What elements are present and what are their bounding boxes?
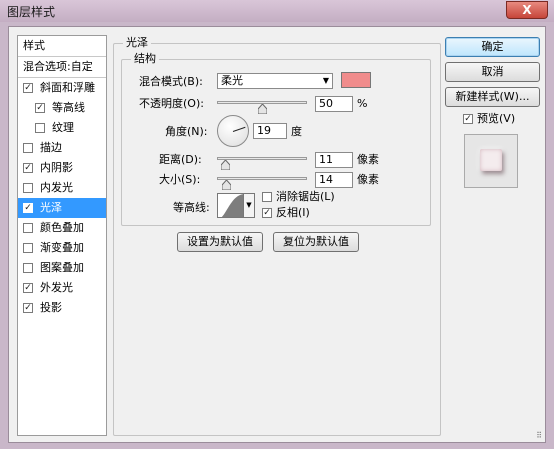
distance-unit: 像素 <box>357 153 379 166</box>
style-item-label: 光泽 <box>40 201 62 214</box>
style-item[interactable]: 渐变叠加 <box>18 238 106 258</box>
chevron-down-icon: ▼ <box>322 76 329 85</box>
check-icon: ✓ <box>24 163 32 173</box>
style-item-checkbox[interactable]: ✓ <box>35 103 45 113</box>
style-item-label: 等高线 <box>52 101 85 114</box>
style-item[interactable]: ✓ 斜面和浮雕 <box>18 78 106 98</box>
style-item[interactable]: 内发光 <box>18 178 106 198</box>
check-icon: ✓ <box>24 303 32 313</box>
blend-mode-label: 混合模式(B): <box>139 75 203 88</box>
set-default-button[interactable]: 设置为默认值 <box>177 232 263 252</box>
angle-dial[interactable] <box>217 115 249 147</box>
style-item[interactable]: ✓ 等高线 <box>18 98 106 118</box>
ok-button[interactable]: 确定 <box>445 37 540 57</box>
resize-grip-icon[interactable]: ⠿ <box>536 432 543 440</box>
contour-picker[interactable] <box>217 193 244 218</box>
style-item-label: 图案叠加 <box>40 261 84 274</box>
style-item-checkbox[interactable] <box>23 263 33 273</box>
blend-mode-select[interactable]: 柔光 ▼ <box>217 73 333 89</box>
style-preview-swatch <box>480 149 502 171</box>
style-item-checkbox[interactable]: ✓ <box>23 163 33 173</box>
reset-default-button[interactable]: 复位为默认值 <box>273 232 359 252</box>
style-item-label: 内阴影 <box>40 161 73 174</box>
distance-label: 距离(D): <box>159 153 202 166</box>
chevron-down-icon: ▼ <box>246 201 252 209</box>
style-item-checkbox[interactable] <box>23 243 33 253</box>
size-input[interactable]: 14 <box>315 172 353 188</box>
style-item[interactable]: 描边 <box>18 138 106 158</box>
style-item-label: 投影 <box>40 301 62 314</box>
window-title: 图层样式 <box>7 5 56 19</box>
opacity-label: 不透明度(O): <box>139 97 204 110</box>
opacity-input[interactable]: 50 <box>315 96 353 112</box>
style-item-label: 斜面和浮雕 <box>40 81 95 94</box>
style-item[interactable]: 纹理 <box>18 118 106 138</box>
preview-label: 预览(V) <box>477 112 516 125</box>
antialias-checkbox[interactable] <box>262 192 272 202</box>
style-item[interactable]: ✓ 投影 <box>18 298 106 318</box>
style-item-checkbox[interactable]: ✓ <box>23 203 33 213</box>
check-icon: ✓ <box>464 114 472 124</box>
angle-needle <box>232 126 246 132</box>
style-item[interactable]: 颜色叠加 <box>18 218 106 238</box>
style-item-checkbox[interactable]: ✓ <box>23 83 33 93</box>
satin-color-swatch[interactable] <box>341 72 371 88</box>
invert-checkbox[interactable]: ✓ <box>262 208 272 218</box>
style-list-header[interactable]: 样式 <box>18 36 106 56</box>
antialias-label: 消除锯齿(L) <box>276 190 335 203</box>
contour-curve-icon <box>221 194 243 217</box>
size-slider-thumb[interactable] <box>221 180 231 190</box>
style-item-label: 渐变叠加 <box>40 241 84 254</box>
distance-slider-thumb[interactable] <box>220 160 230 170</box>
contour-label: 等高线: <box>173 201 210 214</box>
blend-mode-value: 柔光 <box>221 74 243 87</box>
opacity-slider-thumb[interactable] <box>257 104 267 114</box>
satin-group-title: 光泽 <box>123 36 151 49</box>
close-button[interactable]: X <box>506 1 548 19</box>
angle-input[interactable]: 19 <box>253 123 287 139</box>
style-item-checkbox[interactable]: ✓ <box>23 283 33 293</box>
style-item[interactable]: ✓ 光泽 <box>18 198 106 218</box>
style-item[interactable]: ✓ 内阴影 <box>18 158 106 178</box>
style-item-label: 纹理 <box>52 121 74 134</box>
dialog-body: 样式 混合选项:自定 ✓ 斜面和浮雕 ✓ 等高线纹理描边 ✓ 内阴影内发光 ✓ 光泽颜色叠加渐… <box>8 26 546 443</box>
size-label: 大小(S): <box>159 173 201 186</box>
distance-slider-track[interactable] <box>217 157 307 160</box>
new-style-button[interactable]: 新建样式(W)... <box>445 87 540 107</box>
style-list: 样式 混合选项:自定 ✓ 斜面和浮雕 ✓ 等高线纹理描边 ✓ 内阴影内发光 ✓ 光泽颜色叠加渐… <box>17 35 107 436</box>
angle-unit: 度 <box>291 125 302 138</box>
style-item-label: 内发光 <box>40 181 73 194</box>
style-preview-thumbnail <box>464 134 518 188</box>
check-icon: ✓ <box>24 283 32 293</box>
style-item-label: 外发光 <box>40 281 73 294</box>
structure-group-title: 结构 <box>131 52 159 65</box>
blend-options-item[interactable]: 混合选项:自定 <box>18 57 106 77</box>
check-icon: ✓ <box>36 103 44 113</box>
satin-panel: 光泽 结构 混合模式(B): 柔光 ▼ 不透明度(O): 50 % 角度(N):… <box>113 35 441 436</box>
contour-dropdown[interactable]: ▼ <box>244 193 255 218</box>
opacity-unit: % <box>357 97 368 110</box>
style-item-checkbox[interactable] <box>23 183 33 193</box>
style-item[interactable]: ✓ 外发光 <box>18 278 106 298</box>
check-icon: ✓ <box>24 83 32 93</box>
check-icon: ✓ <box>24 203 32 213</box>
preview-checkbox[interactable]: ✓ <box>463 114 473 124</box>
style-item-label: 颜色叠加 <box>40 221 84 234</box>
size-unit: 像素 <box>357 173 379 186</box>
cancel-button[interactable]: 取消 <box>445 62 540 82</box>
invert-label: 反相(I) <box>276 206 310 219</box>
title-bar: 图层样式 X <box>0 0 554 22</box>
style-item-checkbox[interactable]: ✓ <box>23 303 33 313</box>
distance-input[interactable]: 11 <box>315 152 353 168</box>
style-item-label: 描边 <box>40 141 62 154</box>
style-item-checkbox[interactable] <box>23 223 33 233</box>
style-item-checkbox[interactable] <box>23 143 33 153</box>
style-item-checkbox[interactable] <box>35 123 45 133</box>
check-icon: ✓ <box>263 208 271 218</box>
style-item[interactable]: 图案叠加 <box>18 258 106 278</box>
angle-label: 角度(N): <box>165 125 208 138</box>
